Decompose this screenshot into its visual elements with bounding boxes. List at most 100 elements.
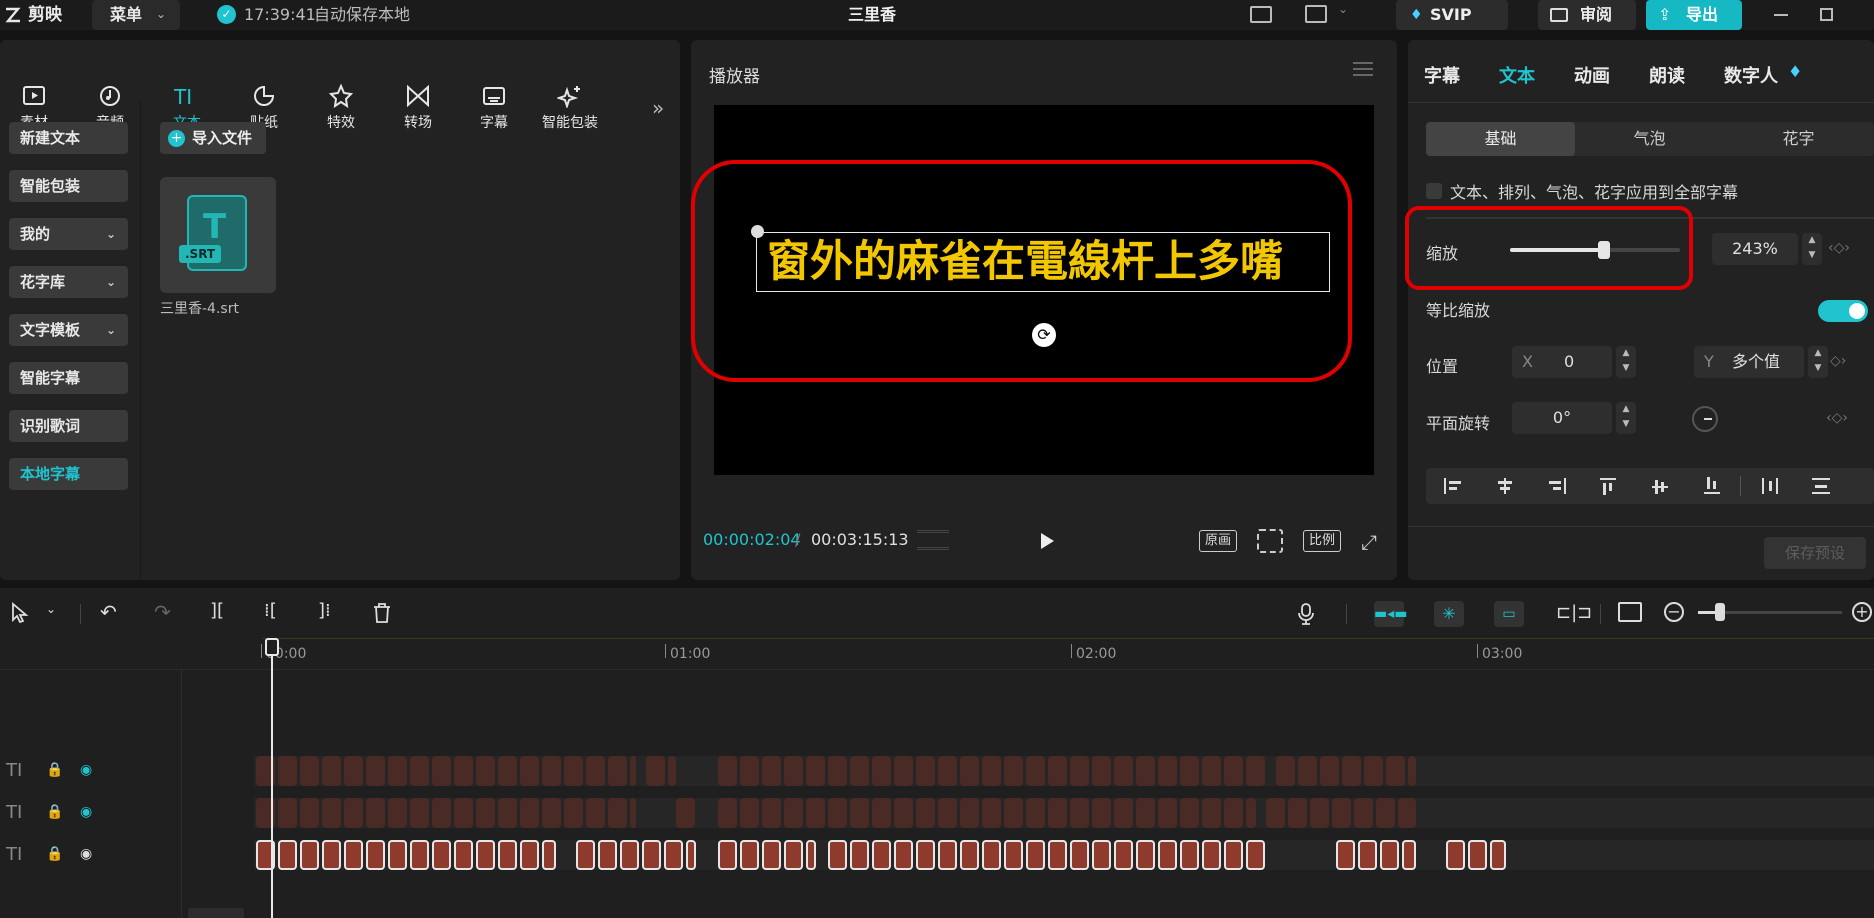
caption-clip[interactable] (1468, 840, 1487, 870)
caption-clip[interactable] (960, 756, 979, 786)
caption-clip[interactable] (916, 756, 935, 786)
caption-clip[interactable] (1004, 798, 1023, 828)
microphone-icon[interactable] (1296, 602, 1316, 630)
caption-clip[interactable] (476, 840, 495, 870)
save-preset-button[interactable]: 保存预设 (1764, 537, 1866, 569)
media-thumbnail[interactable]: T .SRT (160, 177, 276, 293)
caption-clip[interactable] (784, 756, 803, 786)
caption-clip[interactable] (1158, 756, 1177, 786)
caption-clip[interactable] (1004, 840, 1023, 870)
player-menu-icon[interactable] (1353, 62, 1373, 76)
sidebar-item-mine[interactable]: 我的 ⌄ (9, 218, 128, 250)
caption-clip[interactable] (1354, 798, 1373, 828)
caption-clip[interactable] (476, 798, 495, 828)
scale-value-field[interactable]: 243% (1712, 233, 1798, 265)
caption-clip[interactable] (278, 798, 297, 828)
caption-clip[interactable] (1026, 756, 1045, 786)
align-bottom-icon[interactable] (1704, 476, 1720, 494)
caption-clip[interactable] (1180, 756, 1199, 786)
caption-clip[interactable] (1358, 840, 1377, 870)
caption-clip[interactable] (1446, 840, 1465, 870)
caption-clip[interactable] (564, 756, 583, 786)
caption-clip[interactable] (322, 798, 341, 828)
caption-clip[interactable] (1114, 840, 1133, 870)
caption-clip[interactable] (1180, 798, 1199, 828)
preview-axis-icon[interactable]: ▭ (1494, 601, 1524, 627)
caption-clip[interactable] (432, 756, 451, 786)
maximize-icon[interactable] (1820, 8, 1833, 21)
caption-clip[interactable] (520, 840, 539, 870)
caption-clip[interactable] (982, 840, 1001, 870)
grid-icon[interactable] (917, 530, 949, 550)
caption-clip[interactable] (476, 756, 495, 786)
caption-clip[interactable] (410, 840, 429, 870)
caption-clip[interactable] (1202, 840, 1221, 870)
caption-clip[interactable] (1336, 840, 1355, 870)
caption-clip[interactable] (454, 798, 473, 828)
caption-clip[interactable] (388, 798, 407, 828)
caption-clip[interactable] (278, 756, 297, 786)
caption-clip[interactable] (718, 840, 737, 870)
caption-clip[interactable] (1136, 840, 1155, 870)
sidebar-item-local-caption[interactable]: 本地字幕 (9, 458, 128, 490)
caption-clip[interactable] (432, 798, 451, 828)
caption-clip[interactable] (542, 840, 556, 870)
caption-clip[interactable] (960, 798, 979, 828)
caption-clip[interactable] (1332, 798, 1351, 828)
caption-clip[interactable] (520, 798, 539, 828)
split-screen-icon[interactable]: ⊏|⊐ (1556, 602, 1592, 623)
caption-clip[interactable] (410, 798, 429, 828)
caption-clip[interactable] (1342, 756, 1361, 786)
layout-icon[interactable] (1305, 5, 1327, 23)
zoom-preview-icon[interactable] (1618, 602, 1642, 622)
caption-clip[interactable] (1136, 756, 1155, 786)
caption-clip[interactable] (366, 798, 385, 828)
sidebar-item-lyrics[interactable]: 识别歌词 (9, 410, 128, 442)
align-center-v-icon[interactable] (1652, 478, 1668, 496)
caption-clip[interactable] (938, 840, 957, 870)
caption-clip[interactable] (278, 840, 297, 870)
segment-basic[interactable]: 基础 (1426, 122, 1575, 156)
zoom-fit-icon[interactable] (1257, 529, 1283, 553)
caption-clip[interactable] (828, 798, 847, 828)
tab-read-aloud[interactable]: 朗读 (1649, 62, 1685, 88)
keyboard-icon[interactable] (1250, 6, 1272, 23)
caption-clip[interactable] (1320, 756, 1339, 786)
undo-icon[interactable]: ↶ (100, 600, 117, 624)
rotation-dial-icon[interactable] (1692, 406, 1718, 432)
caption-clip[interactable] (410, 756, 429, 786)
caption-clip[interactable] (388, 840, 407, 870)
position-y-stepper[interactable]: ▲ ▼ (1808, 346, 1828, 378)
caption-clip[interactable] (1070, 840, 1089, 870)
rotation-field[interactable]: 0° (1512, 402, 1612, 434)
linkage-icon[interactable]: ✳ (1434, 601, 1464, 627)
caption-clip[interactable] (762, 756, 781, 786)
caption-clip[interactable] (718, 756, 737, 786)
caption-clip[interactable] (982, 798, 1001, 828)
redo-icon[interactable]: ↷ (154, 600, 171, 624)
caption-clip[interactable] (828, 840, 847, 870)
caption-clip[interactable] (542, 798, 561, 828)
caption-clip[interactable] (608, 798, 627, 828)
caption-clip[interactable] (1070, 798, 1089, 828)
caption-clip[interactable] (1048, 840, 1067, 870)
caption-clip[interactable] (498, 798, 517, 828)
import-button[interactable]: + 导入文件 (160, 122, 266, 154)
caption-clip[interactable] (1092, 798, 1111, 828)
caption-clip[interactable] (344, 798, 363, 828)
position-x-stepper[interactable]: ▲ ▼ (1616, 346, 1636, 378)
caption-clip[interactable] (872, 840, 891, 870)
keyframe-icon[interactable]: ‹◇› (1828, 240, 1850, 256)
caption-clip[interactable] (828, 756, 847, 786)
caption-clip[interactable] (938, 756, 957, 786)
segment-bubble[interactable]: 气泡 (1575, 122, 1724, 156)
caption-clip[interactable] (668, 756, 676, 786)
caption-clip[interactable] (564, 798, 583, 828)
caption-clip[interactable] (850, 756, 869, 786)
caption-clip[interactable] (1246, 756, 1265, 786)
keyframe-icon[interactable]: ◇› (1830, 353, 1846, 369)
caption-clip[interactable] (850, 840, 869, 870)
caption-clip[interactable] (850, 798, 869, 828)
caption-clip[interactable] (740, 840, 759, 870)
caption-clip[interactable] (1490, 840, 1506, 870)
